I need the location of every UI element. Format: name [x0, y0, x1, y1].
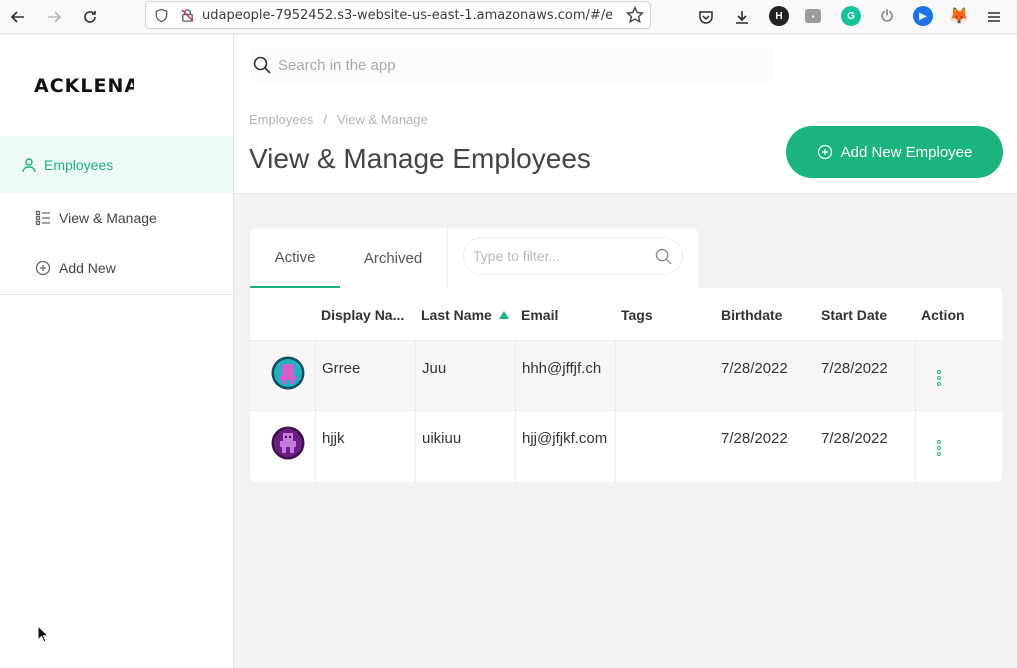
breadcrumb-view-manage[interactable]: View & Manage	[337, 112, 428, 127]
filter-box	[463, 237, 683, 275]
column-header-last-name[interactable]: Last Name	[421, 307, 509, 323]
power-icon[interactable]: ⏻	[877, 6, 897, 26]
sidebar-divider	[0, 294, 233, 295]
sidebar-item-label: Employees	[44, 156, 114, 173]
list-icon	[35, 210, 50, 226]
filter-input[interactable]	[473, 248, 648, 264]
sidebar-item-label: Add New	[59, 260, 116, 276]
sidebar-item-employees[interactable]: Employees	[0, 136, 233, 193]
back-arrow-icon[interactable]	[5, 4, 31, 30]
address-bar[interactable]: udapeople-7952452.s3-website-us-east-1.a…	[145, 1, 651, 29]
extension-h-icon[interactable]: H	[769, 6, 789, 26]
column-header-action: Action	[921, 307, 965, 323]
add-new-employee-button[interactable]: Add New Employee	[786, 126, 1003, 178]
page-header: Employees / View & Manage View & Manage Em…	[234, 103, 1017, 194]
search-icon	[655, 248, 672, 265]
extension-grammarly-icon[interactable]: G	[841, 6, 861, 26]
plus-circle-icon	[35, 260, 51, 276]
bookmark-star-icon[interactable]	[626, 6, 644, 24]
cell-email: hhh@jffjf.ch	[515, 341, 615, 412]
row-actions-kebab-icon[interactable]	[937, 370, 943, 388]
employees-table: Display Na... Last Name Email Tags Birth…	[250, 288, 1002, 482]
cell-action	[915, 411, 1002, 482]
breadcrumb-separator: /	[323, 112, 327, 127]
column-header-tags[interactable]: Tags	[621, 307, 653, 323]
mouse-cursor-icon	[37, 625, 49, 643]
plus-circle-icon	[817, 144, 832, 160]
table-row[interactable]: hjjk uikiuu hjj@jfjkf.com 7/28/2022 7/28…	[250, 411, 1002, 482]
tab-archived[interactable]: Archived	[348, 228, 438, 288]
cell-display-name: hjjk	[315, 411, 415, 482]
cell-last-name: Juu	[415, 341, 515, 412]
extension-blue-icon[interactable]: ▶	[913, 6, 933, 26]
forward-arrow-icon[interactable]	[41, 4, 67, 30]
add-button-label: Add New Employee	[840, 143, 973, 161]
sidebar-item-add-new[interactable]: Add New	[35, 260, 116, 276]
cell-tags	[615, 341, 715, 412]
user-icon	[22, 157, 36, 172]
column-header-display-name[interactable]: Display Na...	[321, 307, 413, 323]
metamask-fox-icon[interactable]: 🦊	[949, 6, 969, 26]
tabs-bar: Active Archived	[250, 228, 698, 288]
app-search	[250, 48, 774, 82]
row-actions-kebab-icon[interactable]	[937, 440, 943, 458]
sort-ascending-icon	[498, 311, 509, 319]
avatar	[271, 426, 305, 460]
search-icon	[253, 56, 271, 74]
download-icon[interactable]	[729, 4, 755, 30]
column-header-label: Last Name	[421, 307, 492, 323]
cell-action	[915, 341, 1002, 412]
cell-tags	[615, 411, 715, 482]
cell-birthdate: 7/28/2022	[721, 430, 788, 447]
url-text[interactable]: udapeople-7952452.s3-website-us-east-1.a…	[202, 8, 612, 23]
extension-grey-icon[interactable]: ▪	[805, 9, 821, 23]
sidebar-item-view-manage[interactable]: View & Manage	[35, 210, 157, 226]
avatar	[271, 356, 305, 390]
insecure-lock-icon[interactable]	[176, 4, 198, 26]
page-title: View & Manage Employees	[249, 143, 591, 174]
tab-active[interactable]: Active	[250, 228, 340, 288]
search-input[interactable]	[278, 56, 758, 74]
cell-birthdate: 7/28/2022	[721, 360, 788, 377]
column-header-email[interactable]: Email	[521, 307, 558, 323]
breadcrumb-employees[interactable]: Employees	[249, 112, 313, 127]
sidebar-item-label: View & Manage	[59, 210, 157, 226]
sidebar: ACKLENAV Employees View & Manage Add New	[0, 35, 234, 668]
app-logo[interactable]: ACKLENAV	[34, 75, 134, 97]
pocket-icon[interactable]	[693, 4, 719, 30]
breadcrumb: Employees / View & Manage	[249, 112, 428, 127]
cell-email: hjj@jfjkf.com	[515, 411, 615, 482]
table-row[interactable]: Grree Juu hhh@jffjf.ch 7/28/2022 7/28/20…	[250, 340, 1002, 412]
shield-icon[interactable]	[150, 4, 172, 26]
top-bar	[234, 35, 1017, 103]
hamburger-menu-icon[interactable]	[981, 4, 1007, 30]
cell-start-date: 7/28/2022	[821, 360, 888, 377]
cell-last-name: uikiuu	[415, 411, 515, 482]
column-header-start-date[interactable]: Start Date	[821, 307, 887, 323]
column-header-birthdate[interactable]: Birthdate	[721, 307, 782, 323]
reload-icon[interactable]	[77, 4, 103, 30]
tab-divider	[447, 228, 448, 288]
cell-start-date: 7/28/2022	[821, 430, 888, 447]
browser-toolbar: udapeople-7952452.s3-website-us-east-1.a…	[0, 0, 1017, 34]
cell-display-name: Grree	[315, 341, 415, 412]
